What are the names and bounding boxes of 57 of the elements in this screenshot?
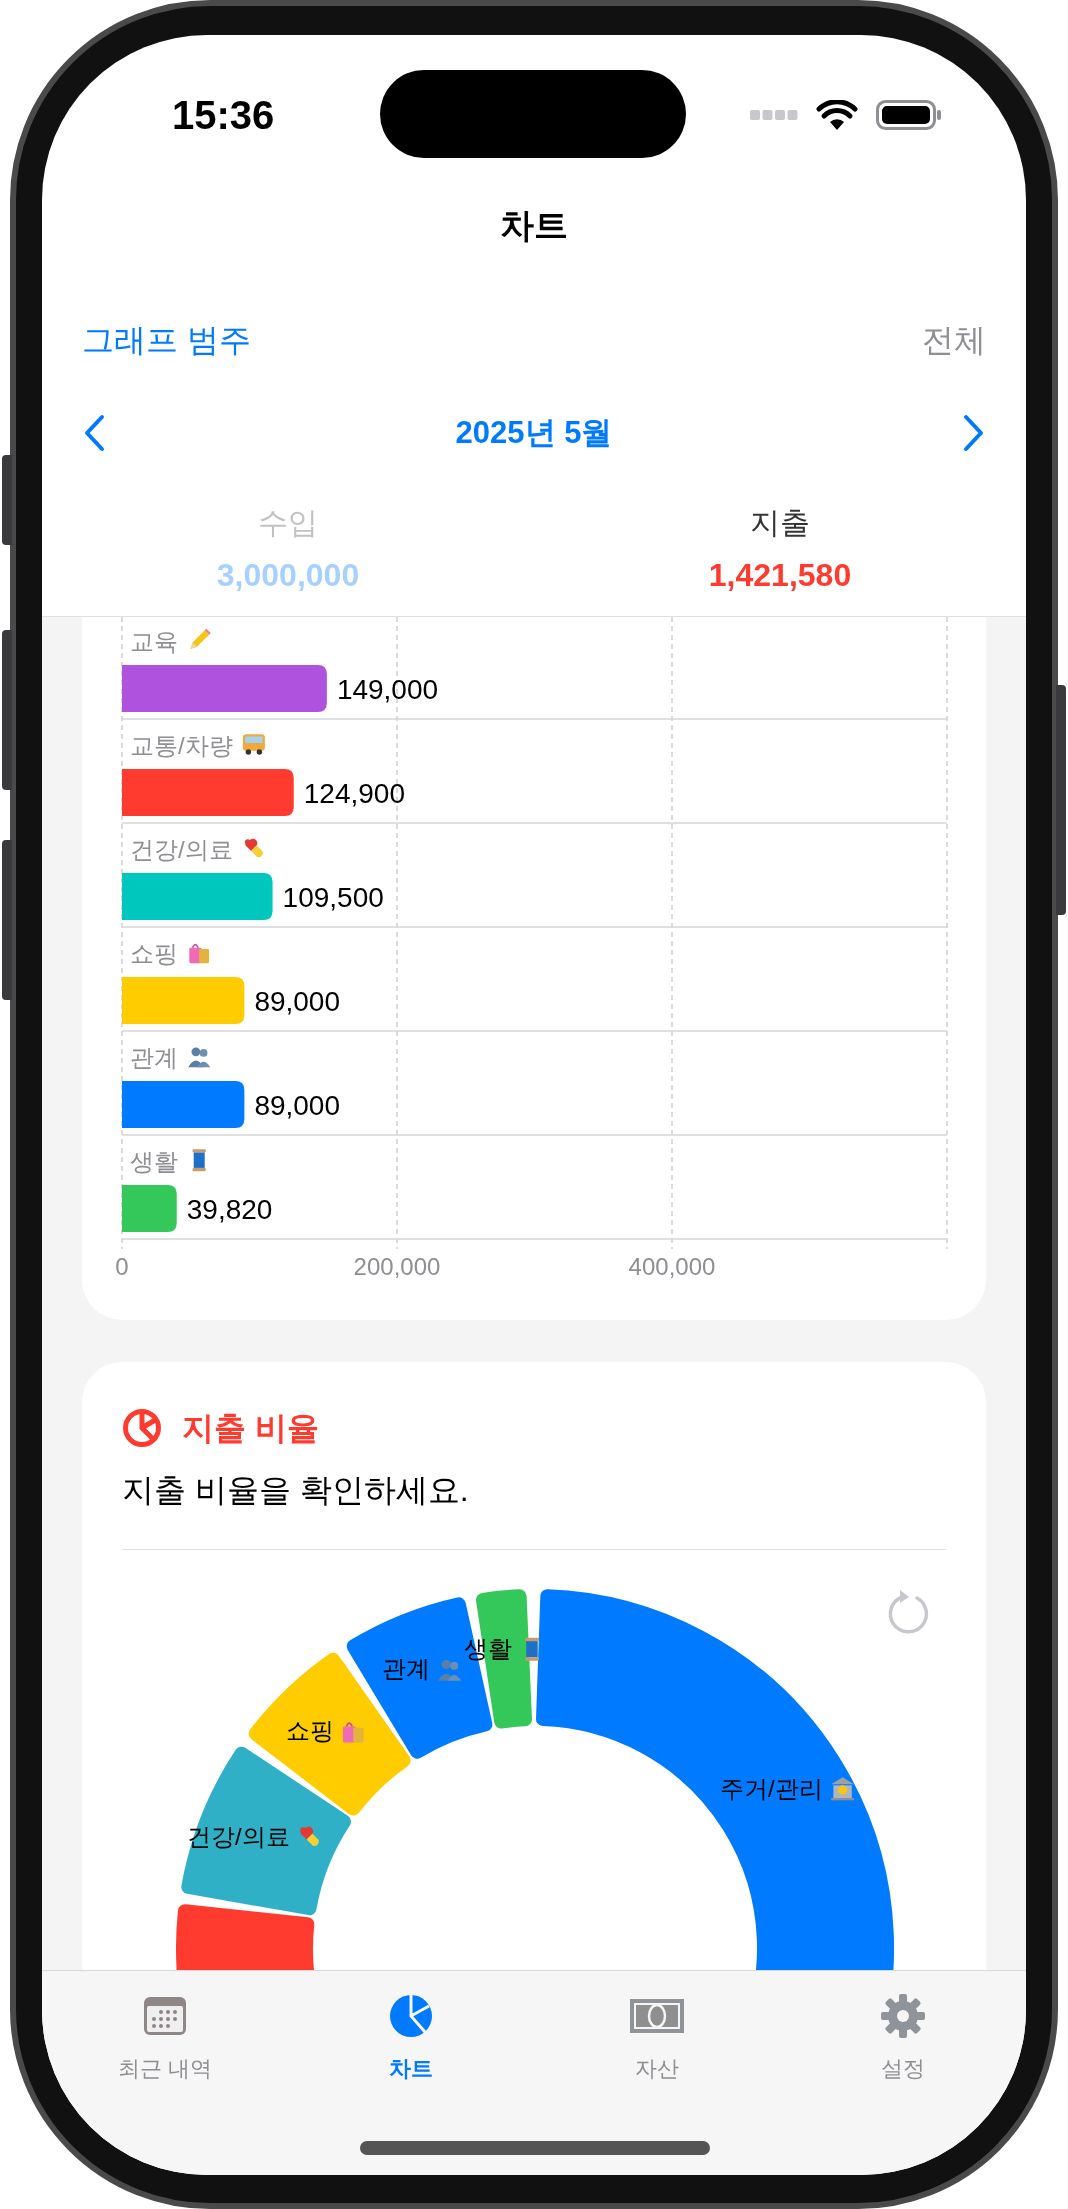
side-button[interactable]: [2, 840, 12, 1000]
summary-label: 수입: [258, 506, 318, 540]
settings-icon: [880, 1993, 926, 2039]
category-label: 관계: [130, 1044, 178, 1071]
side-button[interactable]: [1056, 685, 1066, 915]
summary-tab[interactable]: 지출 1,421,580: [534, 476, 1026, 593]
category-label: 쇼핑: [130, 940, 178, 967]
summary-amount: 1,421,580: [708, 557, 852, 593]
category-label: 생활: [130, 1148, 178, 1175]
previous-month-button[interactable]: [82, 413, 106, 453]
tab[interactable]: 설정: [780, 1971, 1026, 2083]
next-month-button[interactable]: [962, 413, 986, 453]
category-label: 교통/차량: [130, 732, 233, 759]
people-icon: [438, 1660, 462, 1681]
status-time: 15:36: [172, 92, 275, 139]
signal-icon: [750, 109, 798, 121]
category-label: 건강/의료: [130, 836, 233, 863]
value-label: 89,000: [254, 986, 340, 1017]
shopping-bags-icon: [342, 1722, 364, 1743]
segment-label: 주거/관리: [720, 1775, 823, 1802]
screen-title: 차트: [500, 204, 568, 246]
segment-label: 관계: [381, 1655, 430, 1683]
tab[interactable]: 차트: [288, 1971, 534, 2083]
month-label: 2025년 5월: [455, 413, 613, 452]
card-title: 지출 비율: [182, 1409, 319, 1448]
graph-category-button[interactable]: 그래프 범주: [82, 316, 251, 364]
axis-tick-label: 0: [115, 1253, 129, 1280]
category-label: 교육: [130, 628, 178, 655]
summary-tab[interactable]: 수입 3,000,000: [42, 476, 534, 593]
bus-icon: [242, 734, 265, 755]
side-button[interactable]: [2, 455, 12, 545]
value-label: 39,820: [186, 1194, 273, 1225]
bank-icon: [831, 1777, 855, 1801]
card-subtitle: 지출 비율을 확인하세요.: [122, 1471, 470, 1510]
axis-tick-label: 400,000: [628, 1253, 716, 1280]
value-label: 124,900: [303, 778, 405, 809]
summary-amount: 3,000,000: [216, 557, 360, 593]
thread-spool-icon: [525, 1637, 539, 1661]
tab[interactable]: 자산: [534, 1971, 780, 2083]
thread-spool-icon: [192, 1149, 206, 1172]
tab[interactable]: 최근 내역: [42, 1971, 288, 2083]
value-label: 89,000: [254, 1090, 340, 1121]
axis-tick-label: 200,000: [353, 1253, 441, 1280]
segment-label: 쇼핑: [285, 1717, 334, 1745]
side-button[interactable]: [2, 630, 12, 790]
shopping-bags-icon: [189, 943, 210, 964]
pie-chart-icon: [388, 1993, 434, 2039]
refresh-icon[interactable]: [888, 1590, 929, 1634]
battery-icon: [876, 100, 942, 130]
value-label: 109,500: [282, 882, 384, 913]
pencil-icon: [190, 628, 211, 649]
value-label: 149,000: [336, 674, 439, 705]
pie-chart-icon: [122, 1408, 162, 1448]
filter-all-button[interactable]: 전체: [922, 316, 986, 364]
summary-label: 지출: [750, 506, 810, 540]
wifi-icon: [816, 100, 858, 130]
people-icon: [188, 1047, 211, 1068]
